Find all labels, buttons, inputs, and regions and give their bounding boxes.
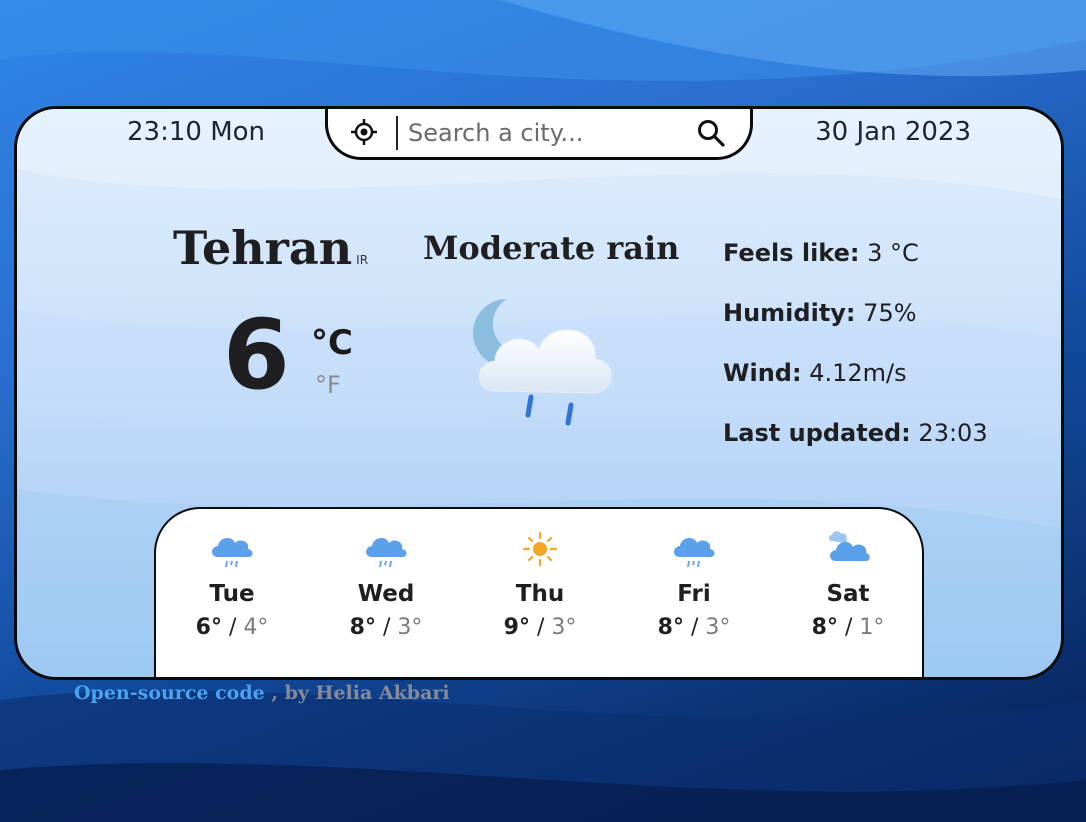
crosshair-icon[interactable] — [350, 118, 378, 146]
moon-cloud-rain-icon — [473, 299, 612, 426]
forecast-day: Fri 8° / 3° — [634, 527, 754, 640]
forecast-temps: 6° / 4° — [172, 615, 292, 640]
magnifier-icon[interactable] — [696, 118, 726, 148]
forecast-high: 6° — [195, 615, 222, 640]
weather-condition: Moderate rain — [423, 229, 680, 267]
forecast-sep: / — [221, 615, 244, 640]
forecast-day-name: Wed — [357, 581, 415, 607]
wind-label: Wind: — [723, 359, 802, 387]
forecast-day: Sat 8° / 1° — [788, 527, 908, 640]
forecast-high: 8° — [811, 615, 838, 640]
author-credit: , by Helia Akbari — [264, 682, 450, 704]
cloudy-icon — [829, 531, 870, 561]
forecast-day-name: Sat — [826, 581, 870, 607]
last-updated-value: 23:03 — [918, 419, 988, 447]
forecast-day-name: Thu — [515, 581, 565, 607]
forecast-high: 8° — [657, 615, 684, 640]
forecast-low: 1° — [859, 615, 885, 640]
current-date: 30 Jan 2023 — [815, 117, 971, 147]
last-updated-row: Last updated: 23:03 — [723, 419, 988, 479]
forecast-day: Wed 8° / 3° — [326, 527, 446, 640]
forecast-sep: / — [837, 615, 860, 640]
search-input[interactable] — [406, 114, 690, 152]
forecast-high: 9° — [503, 615, 530, 640]
humidity-value: 75% — [863, 299, 917, 327]
forecast-high: 8° — [349, 615, 376, 640]
search-bar — [325, 109, 753, 160]
forecast-low: 3° — [705, 615, 731, 640]
weather-details: Feels like: 3 °C Humidity: 75% Wind: 4.1… — [723, 239, 988, 479]
forecast-day: Thu 9° / 3° — [480, 527, 600, 640]
forecast-day: Tue 6° / 4° — [172, 527, 292, 640]
forecast-temps: 8° / 3° — [326, 615, 446, 640]
forecast-day-name: Fri — [677, 581, 711, 607]
forecast-panel: Tue 6° / 4° Wed 8° / 3° Thu 9° / 3° Fri … — [154, 507, 924, 677]
forecast-low: 4° — [243, 615, 269, 640]
celsius-toggle[interactable]: °C — [311, 323, 353, 363]
city-name: Tehran IR — [173, 221, 368, 275]
fahrenheit-toggle[interactable]: °F — [315, 371, 341, 399]
wind-value: 4.12m/s — [809, 359, 907, 387]
country-code: IR — [356, 253, 369, 267]
forecast-day-name: Tue — [209, 581, 255, 607]
forecast-low: 3° — [397, 615, 423, 640]
rain-cloud-icon — [674, 537, 715, 568]
feels-like-label: Feels like: — [723, 239, 860, 267]
forecast-sep: / — [529, 615, 552, 640]
forecast-temps: 8° / 3° — [634, 615, 754, 640]
weather-card: 23:10 Mon 30 Jan 2023 TehranIR 6 °C °F M… — [14, 106, 1064, 680]
city-label: Tehran — [173, 221, 353, 275]
sun-icon — [522, 531, 558, 567]
last-updated-label: Last updated: — [723, 419, 911, 447]
search-divider — [396, 116, 398, 150]
feels-like-row: Feels like: 3 °C — [723, 239, 988, 299]
source-code-link[interactable]: Open-source code — [74, 682, 265, 704]
footer-credit: Open-source code , by Helia Akbari — [74, 682, 450, 704]
humidity-row: Humidity: 75% — [723, 299, 988, 359]
rain-cloud-icon — [366, 537, 407, 568]
rain-cloud-icon — [212, 537, 253, 568]
humidity-label: Humidity: — [723, 299, 856, 327]
wind-row: Wind: 4.12m/s — [723, 359, 988, 419]
current-temperature: 6 — [223, 299, 290, 411]
forecast-sep: / — [683, 615, 706, 640]
forecast-temps: 8° / 1° — [788, 615, 908, 640]
current-time: 23:10 Mon — [127, 117, 266, 147]
forecast-temps: 9° / 3° — [480, 615, 600, 640]
feels-like-value: 3 °C — [867, 239, 919, 267]
forecast-sep: / — [375, 615, 398, 640]
forecast-low: 3° — [551, 615, 577, 640]
